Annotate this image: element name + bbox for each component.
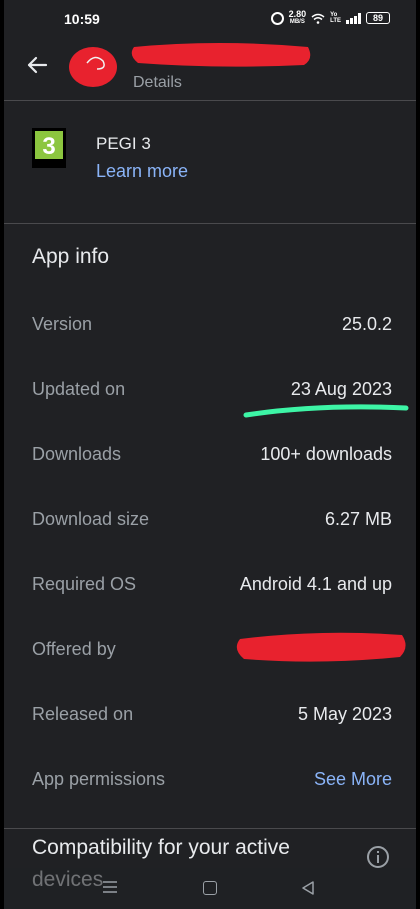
info-label: Version [32,313,93,334]
signal-icon [346,12,361,24]
nav-back-icon[interactable] [300,880,316,896]
rating-divider [4,223,416,224]
see-more-link[interactable]: See More [314,769,392,790]
status-icons: 2.80 MB/S Yo LTE 89 [270,10,390,26]
header-divider [4,100,416,101]
info-row-version: Version 25.0.2 [32,311,392,337]
offered-by-redacted [236,632,406,662]
status-bar: 10:59 2.80 MB/S Yo LTE 89 [4,0,416,36]
app-info-divider [4,828,416,829]
battery-icon: 89 [366,12,390,24]
page-subtitle: Details [133,74,182,91]
rating-title: PEGI 3 [96,134,151,153]
info-row-released-on: Released on 5 May 2023 [32,701,392,727]
info-label: Released on [32,703,134,724]
network-speed: 2.80 MB/S [289,10,307,26]
info-row-downloads: Downloads 100+ downloads [32,441,392,467]
info-label: Offered by [32,638,116,659]
info-row-download-size: Download size 6.27 MB [32,506,392,532]
wifi-icon [311,13,325,24]
info-row-required-os: Required OS Android 4.1 and up [32,571,392,597]
info-value: 6.27 MB [324,508,392,529]
app-icon-redacted [69,47,117,87]
network-speed-value: 2.80 [288,9,307,19]
info-label: Download size [32,508,150,529]
info-label: Updated on [32,378,126,399]
info-value: Android 4.1 and up [239,573,392,594]
info-value: 100+ downloads [260,443,392,464]
app-name-redacted [131,43,311,67]
alarm-icon [270,11,284,25]
info-label: App permissions [32,768,166,789]
pegi-rating-icon: 3 [32,128,66,168]
info-value: 5 May 2023 [297,703,392,724]
pegi-badge-number: 3 [42,133,55,160]
home-icon[interactable] [203,881,217,895]
status-time: 10:59 [64,11,100,27]
volte-bottom: LTE [330,18,341,24]
info-label: Downloads [32,443,122,464]
info-label: Required OS [32,573,137,594]
navigation-bar [4,868,416,909]
info-icon[interactable] [366,845,390,869]
app-details-screen: 10:59 2.80 MB/S Yo LTE 89 Details 3 PEGI… [4,0,416,909]
recent-apps-icon[interactable] [102,880,118,894]
info-row-app-permissions: App permissions See More [32,766,392,792]
info-value: 23 Aug 2023 [290,378,392,399]
green-highlight-underline [243,404,409,418]
learn-more-link[interactable]: Learn more [96,161,188,182]
volte-indicator: Yo LTE [330,12,341,24]
info-value: 25.0.2 [341,313,392,334]
back-arrow-icon[interactable] [24,52,50,78]
network-speed-unit: MB/S [289,19,305,25]
app-info-heading: App info [32,245,110,268]
